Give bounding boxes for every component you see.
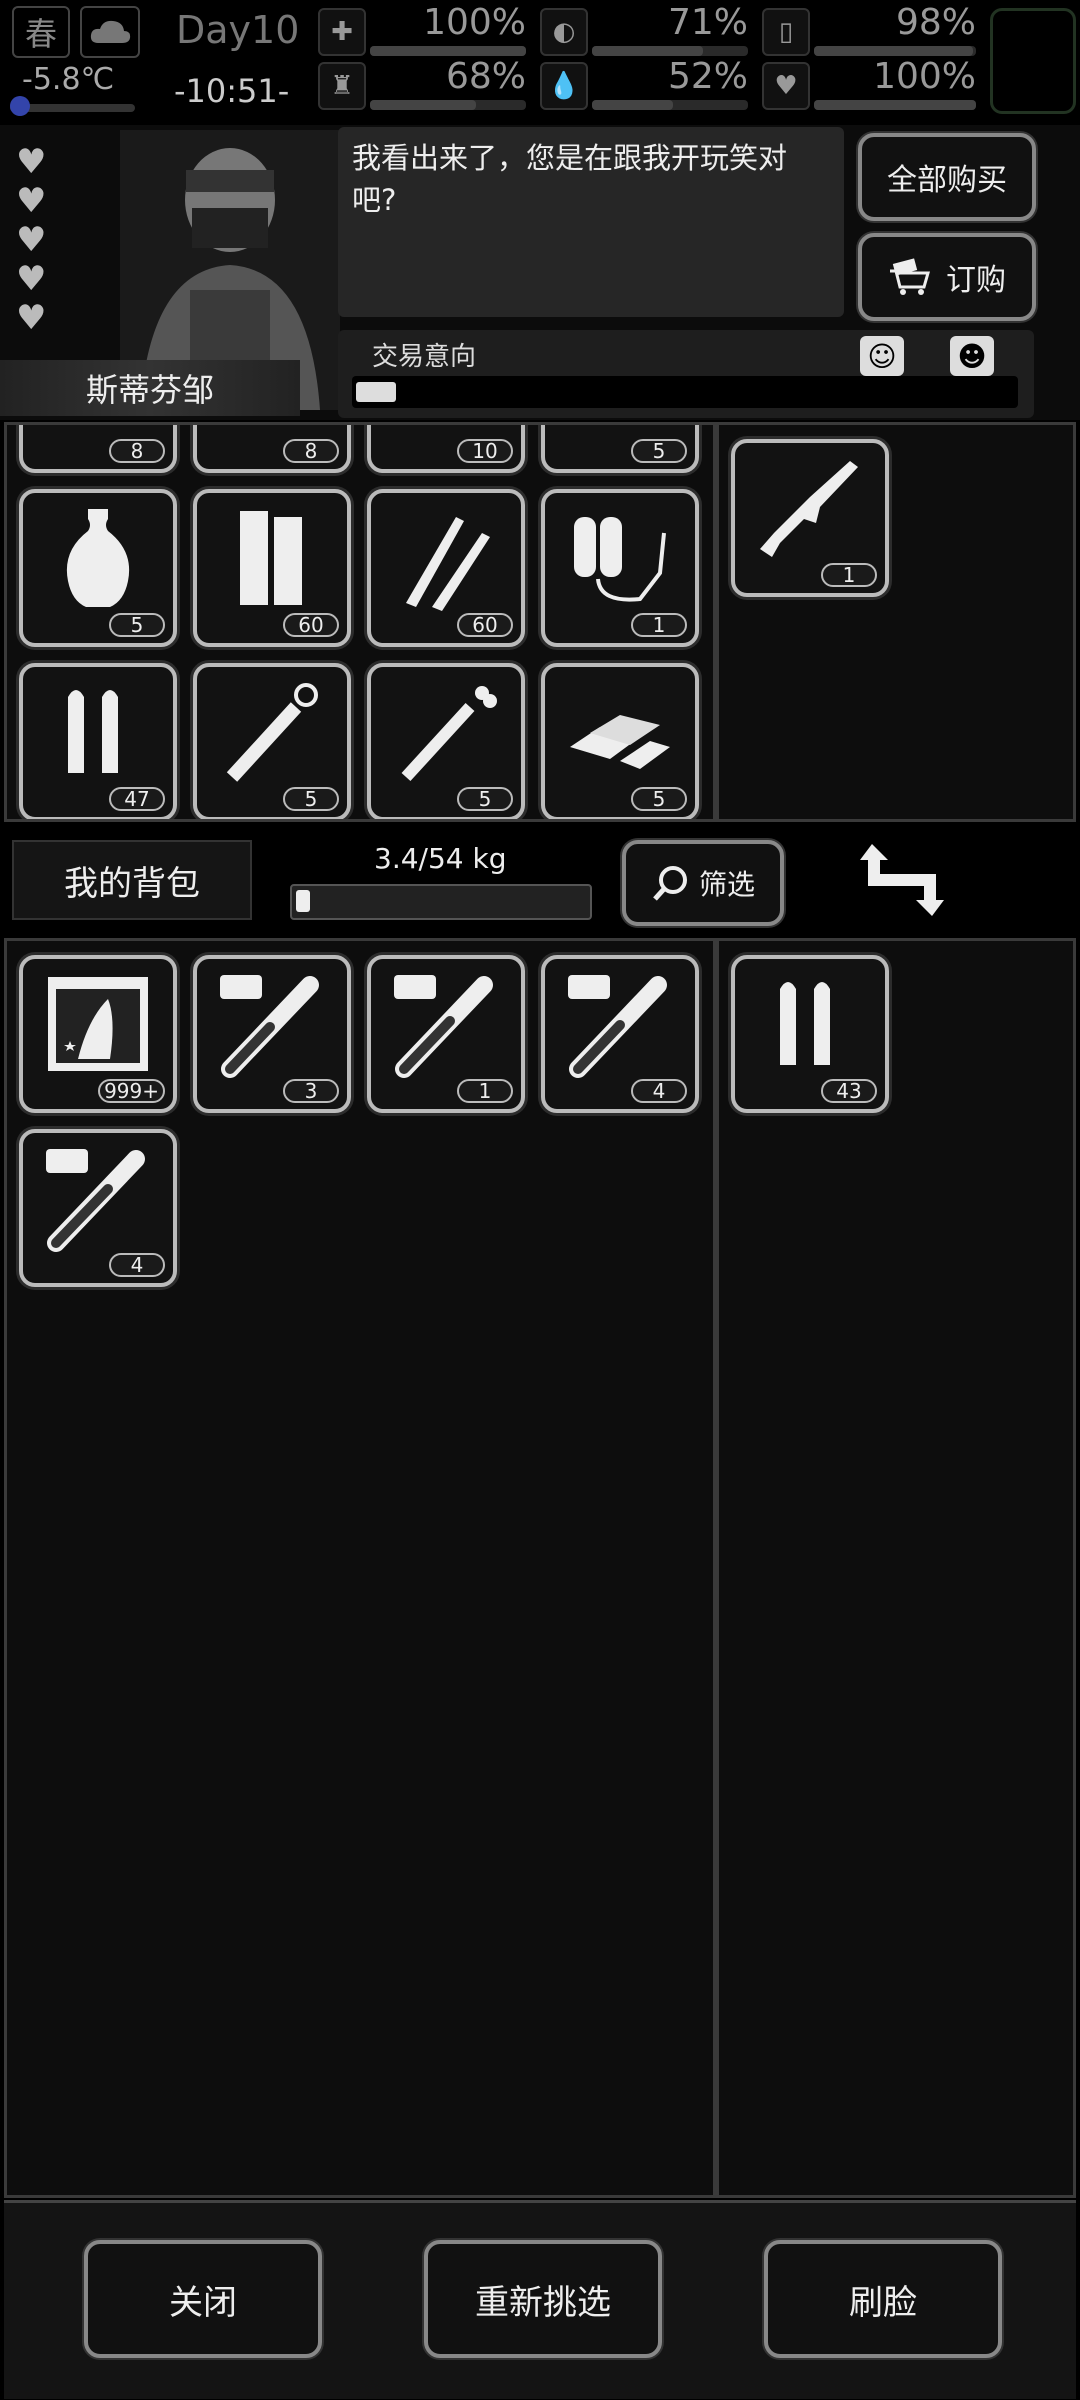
heart-icon: ♥ bbox=[16, 259, 47, 299]
test-tube-i-icon bbox=[46, 1149, 145, 1252]
test-tube-vii-icon bbox=[220, 975, 319, 1078]
bag-item-test-tube-vii[interactable]: 3 bbox=[193, 955, 351, 1113]
shop-item-slot[interactable]: 8 bbox=[193, 425, 351, 473]
filter-button[interactable]: 筛选 bbox=[622, 840, 784, 926]
heart-icon: ♥ bbox=[16, 220, 47, 260]
test-tube-iii-icon bbox=[394, 975, 493, 1078]
bag-item-pistol-rounds[interactable]: 43 bbox=[731, 955, 889, 1113]
stat-health: ✚ 100% bbox=[318, 2, 532, 58]
stomach-icon: ◐ bbox=[540, 8, 588, 56]
cloud-icon bbox=[80, 6, 140, 58]
medkit-icon: ✚ bbox=[318, 8, 366, 56]
trade-intent-fill bbox=[356, 382, 396, 402]
syringe-icon bbox=[401, 686, 497, 782]
gold-bars-icon bbox=[570, 715, 670, 769]
buy-all-button[interactable]: 全部购买 bbox=[858, 133, 1036, 221]
temperature-readout: -5.8℃ bbox=[22, 62, 115, 97]
shop-item-slot[interactable]: 10 bbox=[367, 425, 525, 473]
shop-item-assault-rifle[interactable]: 1 bbox=[731, 439, 889, 597]
stat-stamina: ♜ 68% bbox=[318, 56, 532, 112]
assault-rifle-icon bbox=[760, 461, 858, 557]
reselect-button[interactable]: 重新挑选 bbox=[424, 2240, 662, 2358]
order-button[interactable]: 订购 bbox=[858, 233, 1036, 321]
rifle-rounds-icon bbox=[406, 517, 490, 611]
swap-icon[interactable] bbox=[852, 830, 952, 930]
bag-inventory-grid[interactable]: 999+ 3 1 4 4 bbox=[4, 938, 716, 2198]
vase-icon bbox=[66, 509, 130, 607]
thermometer-icon bbox=[10, 96, 30, 116]
map-button[interactable] bbox=[990, 8, 1076, 114]
heart-icon: ♥ bbox=[16, 298, 47, 338]
shop-item-syringe[interactable]: 5 bbox=[367, 663, 525, 819]
shop-item-slot[interactable]: 8 bbox=[19, 425, 177, 473]
stat-water: 💧 52% bbox=[540, 56, 754, 112]
shop-item-oxygen-tank[interactable]: 1 bbox=[541, 489, 699, 647]
bag-title: 我的背包 bbox=[12, 840, 252, 920]
stat-mood: ♥ 100% bbox=[762, 56, 982, 112]
magazine-icon bbox=[240, 511, 302, 605]
trade-intent-bar bbox=[352, 376, 1018, 408]
close-button[interactable]: 关闭 bbox=[84, 2240, 322, 2358]
cart-icon bbox=[890, 258, 930, 295]
happy-face-icon: ☻ bbox=[950, 336, 994, 376]
time-readout: -10:51- bbox=[174, 72, 290, 110]
neutral-face-icon: ☺ bbox=[860, 336, 904, 376]
lung-icon: ♜ bbox=[318, 62, 366, 110]
trader-dialogue: 我看出来了，您是在跟我开玩笑对吧? bbox=[338, 127, 844, 317]
season-indicator: 春 bbox=[12, 6, 70, 58]
pistol-rounds-icon bbox=[780, 982, 830, 1065]
water-drop-icon: 💧 bbox=[540, 62, 588, 110]
shop-item-magazine[interactable]: 60 bbox=[193, 489, 351, 647]
day-counter: Day10 bbox=[176, 8, 300, 52]
bag-side-slots[interactable]: 43 bbox=[716, 938, 1076, 2198]
bottle-icon: ▯ bbox=[762, 8, 810, 56]
shop-item-rifle-rounds[interactable]: 60 bbox=[367, 489, 525, 647]
map-card-icon bbox=[48, 977, 148, 1071]
heart-icon: ♥ bbox=[16, 142, 47, 182]
shop-inventory-grid[interactable]: 8 8 10 5 5 60 60 1 47 5 5 5 bbox=[4, 422, 716, 822]
bag-item-test-tube-iii[interactable]: 1 bbox=[367, 955, 525, 1113]
shop-item-pistol-rounds[interactable]: 47 bbox=[19, 663, 177, 819]
trade-intent-label: 交易意向 bbox=[372, 342, 477, 372]
trader-favor: ♥ ♥ ♥ ♥ ♥ bbox=[16, 145, 56, 340]
bag-weight: 3.4/54 kg bbox=[374, 842, 507, 875]
test-tube-ii-icon bbox=[568, 975, 667, 1078]
shop-side-slots[interactable]: 1 bbox=[716, 422, 1076, 822]
pistol-rounds-icon bbox=[68, 690, 118, 773]
bag-weight-bar bbox=[290, 884, 592, 920]
trader-name: 斯蒂芬邹 bbox=[0, 360, 300, 416]
syringe-icon bbox=[226, 683, 318, 782]
bag-item-map-card[interactable]: 999+ bbox=[19, 955, 177, 1113]
shop-item-slot[interactable]: 5 bbox=[541, 425, 699, 473]
shop-item-syringe[interactable]: 5 bbox=[193, 663, 351, 819]
shop-item-gold-bars[interactable]: 5 bbox=[541, 663, 699, 819]
refresh-face-button[interactable]: 刷脸 bbox=[764, 2240, 1002, 2358]
stat-hunger: ◐ 71% bbox=[540, 2, 754, 58]
bag-item-test-tube-i[interactable]: 4 bbox=[19, 1129, 177, 1287]
heart-icon: ♥ bbox=[762, 62, 810, 110]
oxygen-tank-icon bbox=[574, 517, 666, 602]
bag-item-test-tube-ii[interactable]: 4 bbox=[541, 955, 699, 1113]
shop-item-vase[interactable]: 5 bbox=[19, 489, 177, 647]
stat-thirst: ▯ 98% bbox=[762, 2, 982, 58]
heart-icon: ♥ bbox=[16, 181, 47, 221]
search-icon bbox=[653, 866, 687, 901]
bag-weight-fill bbox=[296, 890, 310, 912]
